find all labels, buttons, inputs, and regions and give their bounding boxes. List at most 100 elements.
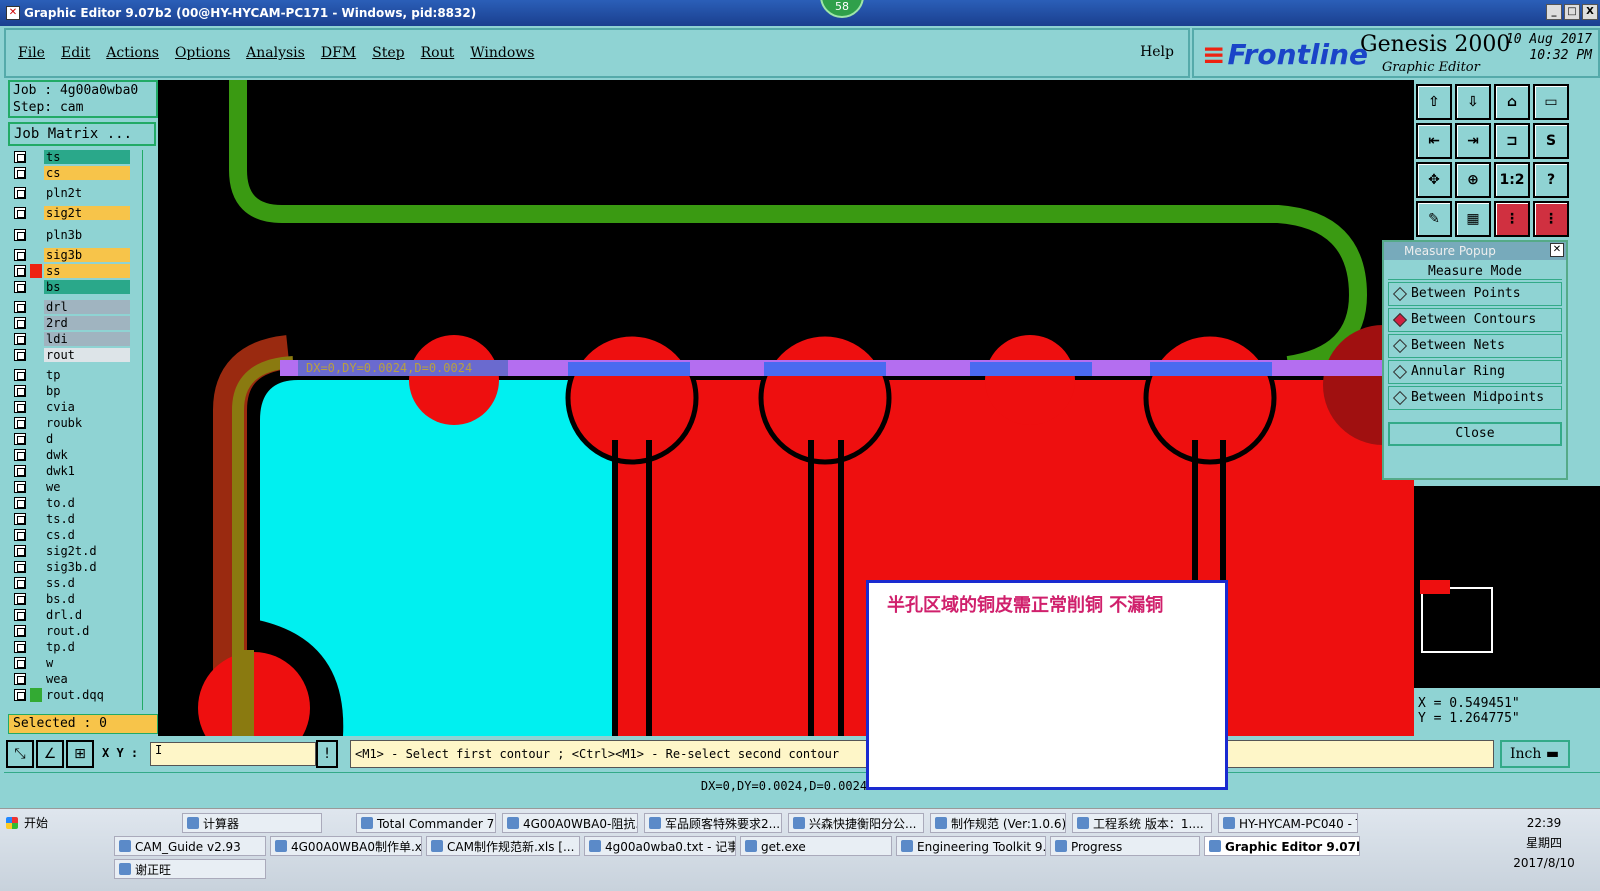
taskbar-item[interactable]: get.exe — [740, 836, 892, 856]
measure-annular-ring[interactable]: Annular Ring — [1388, 360, 1562, 384]
layer-checkbox[interactable] — [14, 481, 26, 493]
layer-row[interactable]: to.d — [8, 496, 142, 510]
help-icon[interactable]: ? — [1533, 162, 1569, 198]
layer-checkbox[interactable] — [14, 625, 26, 637]
layer-checkbox[interactable] — [14, 349, 26, 361]
layer-checkbox[interactable] — [14, 641, 26, 653]
measure-popup-close-icon[interactable]: ✕ — [1550, 243, 1564, 257]
angle-icon[interactable]: ∠ — [36, 740, 64, 768]
unit-select[interactable]: Inch ▬ — [1500, 740, 1570, 768]
layer-checkbox[interactable] — [14, 417, 26, 429]
layer-row[interactable]: ss — [8, 264, 142, 278]
xy-input[interactable]: I — [150, 742, 316, 766]
taskbar-item[interactable]: CAM制作规范新.xls [... — [426, 836, 580, 856]
layer-row[interactable]: we — [8, 480, 142, 494]
layer-row[interactable]: d — [8, 432, 142, 446]
layer-checkbox[interactable] — [14, 673, 26, 685]
job-matrix-button[interactable]: Job Matrix ... — [8, 122, 156, 146]
layer-row[interactable]: ldi — [8, 332, 142, 346]
taskbar-item[interactable]: Total Commander 7.0... — [356, 813, 496, 833]
layer-row[interactable]: rout — [8, 348, 142, 362]
layer-checkbox[interactable] — [14, 385, 26, 397]
layer-row[interactable]: dwk1 — [8, 464, 142, 478]
close-button[interactable]: X — [1582, 4, 1598, 20]
menu-actions[interactable]: Actions — [106, 45, 159, 61]
layer-row[interactable]: wea — [8, 672, 142, 686]
measure-between-nets[interactable]: Between Nets — [1388, 334, 1562, 358]
snap-icon[interactable]: ⤡ — [6, 740, 34, 768]
layer-checkbox[interactable] — [14, 401, 26, 413]
layer-checkbox[interactable] — [14, 281, 26, 293]
copy-up-icon[interactable]: ⇧ — [1416, 84, 1452, 120]
layer-checkbox[interactable] — [14, 317, 26, 329]
ratio-icon[interactable]: 1:2 — [1494, 162, 1530, 198]
layer-row[interactable]: pln3b — [8, 228, 142, 242]
menu-help[interactable]: Help — [1140, 44, 1174, 60]
layer-row[interactable]: cs — [8, 166, 142, 180]
move-left-icon[interactable]: ⇤ — [1416, 123, 1452, 159]
layer-checkbox[interactable] — [14, 249, 26, 261]
menu-step[interactable]: Step — [372, 45, 404, 61]
layer-row[interactable]: sig2t — [8, 206, 142, 220]
layer-checkbox[interactable] — [14, 609, 26, 621]
s-curve-icon[interactable]: S — [1533, 123, 1569, 159]
measure-between-points[interactable]: Between Points — [1388, 282, 1562, 306]
layer-checkbox[interactable] — [14, 167, 26, 179]
layer-checkbox[interactable] — [14, 369, 26, 381]
layer-checkbox[interactable] — [14, 497, 26, 509]
maximize-button[interactable]: □ — [1564, 4, 1580, 20]
layer-row[interactable]: dwk — [8, 448, 142, 462]
layer-checkbox[interactable] — [14, 151, 26, 163]
layer-checkbox[interactable] — [14, 333, 26, 345]
menu-windows[interactable]: Windows — [470, 45, 534, 61]
taskbar-item[interactable]: Progress — [1050, 836, 1200, 856]
layer-row[interactable]: ss.d — [8, 576, 142, 590]
layer-row[interactable]: roubk — [8, 416, 142, 430]
layer-checkbox[interactable] — [14, 545, 26, 557]
taskbar-item[interactable]: 计算器 — [182, 813, 322, 833]
menu-options[interactable]: Options — [175, 45, 230, 61]
overview-map[interactable] — [1414, 486, 1600, 688]
layer-row[interactable]: bs.d — [8, 592, 142, 606]
menu-rout[interactable]: Rout — [421, 45, 455, 61]
move-right-icon[interactable]: ⇥ — [1455, 123, 1491, 159]
layer-row[interactable]: 2rd — [8, 316, 142, 330]
start-button[interactable]: 开始 — [4, 813, 48, 833]
layer-checkbox[interactable] — [14, 593, 26, 605]
layer-row[interactable]: drl.d — [8, 608, 142, 622]
layers-red2-icon[interactable]: ⋮ — [1533, 201, 1569, 237]
layer-checkbox[interactable] — [14, 577, 26, 589]
taskbar-item[interactable]: 4G00A0WBA0制作单.xl... — [270, 836, 422, 856]
taskbar-item[interactable]: 工程系统 版本：1.... — [1072, 813, 1212, 833]
layer-row[interactable]: cvia — [8, 400, 142, 414]
zoom-center-icon[interactable]: ⊕ — [1455, 162, 1491, 198]
layer-row[interactable]: sig3b.d — [8, 560, 142, 574]
layer-checkbox[interactable] — [14, 689, 26, 701]
layer-checkbox[interactable] — [14, 529, 26, 541]
home-icon[interactable]: ⌂ — [1494, 84, 1530, 120]
layer-checkbox[interactable] — [14, 301, 26, 313]
layer-row[interactable]: sig3b — [8, 248, 142, 262]
layer-checkbox[interactable] — [14, 561, 26, 573]
layer-row[interactable]: rout.dqq — [8, 688, 142, 702]
grid-icon[interactable]: ⊞ — [66, 740, 94, 768]
taskbar-item[interactable]: 制作规范 (Ver:1.0.6) — [930, 813, 1066, 833]
menu-file[interactable]: File — [18, 45, 45, 61]
taskbar-item[interactable]: Engineering Toolkit 9.07... — [896, 836, 1046, 856]
layer-row[interactable]: pln2t — [8, 186, 142, 200]
menu-analysis[interactable]: Analysis — [246, 45, 305, 61]
taskbar-item[interactable]: 谢正旺 — [114, 859, 266, 879]
layer-checkbox[interactable] — [14, 265, 26, 277]
minimize-button[interactable]: _ — [1546, 4, 1562, 20]
copy-down-icon[interactable]: ⇩ — [1455, 84, 1491, 120]
layer-checkbox[interactable] — [14, 465, 26, 477]
layer-row[interactable]: ts.d — [8, 512, 142, 526]
layer-scrollbar[interactable] — [142, 150, 156, 710]
fit-all-icon[interactable]: ✥ — [1416, 162, 1452, 198]
layer-row[interactable]: drl — [8, 300, 142, 314]
layer-checkbox[interactable] — [14, 449, 26, 461]
layer-checkbox[interactable] — [14, 657, 26, 669]
layer-row[interactable]: tp.d — [8, 640, 142, 654]
menu-dfm[interactable]: DFM — [321, 45, 356, 61]
menu-edit[interactable]: Edit — [61, 45, 90, 61]
